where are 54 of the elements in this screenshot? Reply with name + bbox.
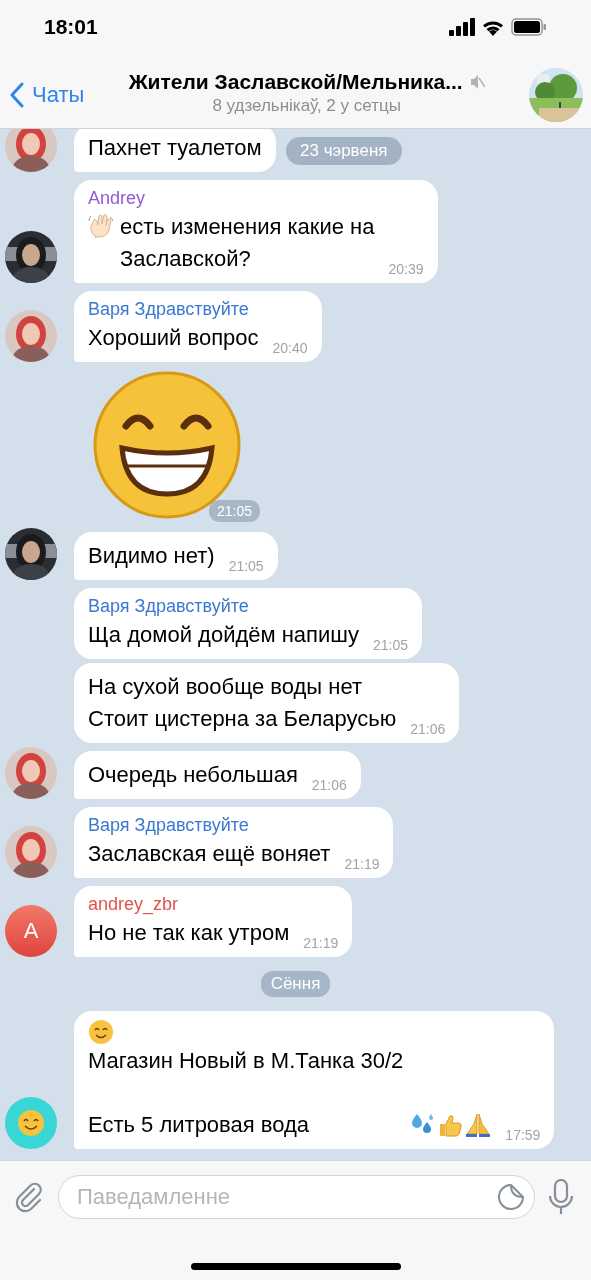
status-time: 18:01 <box>44 15 98 39</box>
folded-hands-icon <box>465 1112 492 1138</box>
message-time: 21:05 <box>228 558 264 574</box>
microphone-icon[interactable] <box>549 1179 573 1215</box>
message-text: Видимо нет) <box>88 542 215 570</box>
message-text: Ща домой дойдём напишу <box>88 621 359 649</box>
message-bubble[interactable]: Варя Здравствуйте Ща домой дойдём напишу 21:05 <box>74 588 422 659</box>
message-time: 20:39 <box>388 261 424 277</box>
date-divider: Сёння <box>260 971 331 997</box>
signal-icon <box>449 18 475 36</box>
message-text: Пахнет туалетом <box>88 134 262 162</box>
message-text: На сухой вообще воды нет Стоит цистерна за Беларусью <box>88 673 397 733</box>
member-count: 8 удзельнікаў, 2 у сетцы <box>212 96 401 116</box>
battery-icon <box>511 18 547 36</box>
message-bubble[interactable]: Пахнет туалетом <box>74 129 276 172</box>
sender-name: Варя Здравствуйте <box>88 299 249 320</box>
message-bubble[interactable]: Очередь небольшая 21:06 <box>74 751 361 799</box>
sender-name: Andrey <box>88 188 146 209</box>
message-time: 17:59 <box>505 1127 541 1143</box>
chat-title: Жители Заславской/Мельника... <box>128 70 463 94</box>
user-avatar[interactable] <box>5 528 57 580</box>
message-text: есть изменения какие на Заславской? <box>120 213 375 273</box>
message-bubble[interactable]: Варя Здравствуйте Заславская ещё воняет 21:19 <box>74 807 394 878</box>
message-text: Хороший вопрос <box>88 324 259 352</box>
message-bubble[interactable]: andrey_zbr Но не так как утром 21:19 <box>74 886 353 957</box>
smiling-face-icon <box>88 1019 114 1045</box>
thumbs-up-icon <box>437 1112 464 1138</box>
message-bubble[interactable]: Магазин Новый в М.Танка 30/2 Есть 5 литровая вода 17:59 <box>74 1011 555 1149</box>
message-input[interactable]: Паведамленне <box>58 1175 535 1219</box>
message-bubble[interactable]: На сухой вообще воды нет Стоит цистерна за Беларусью 21:06 <box>74 663 460 743</box>
message-text: Но не так как утром <box>88 919 290 947</box>
message-text: Очередь небольшая <box>88 761 298 789</box>
sender-name: Варя Здравствуйте <box>88 815 249 836</box>
message-time: 20:40 <box>272 340 308 356</box>
message-time: 21:19 <box>344 856 380 872</box>
message-bubble[interactable]: Варя Здравствуйте Хороший вопрос 20:40 <box>74 291 322 362</box>
message-bubble[interactable]: Видимо нет) 21:05 <box>74 532 278 580</box>
message-time: 21:06 <box>410 721 446 737</box>
back-chevron-icon <box>10 82 24 108</box>
message-time: 21:06 <box>311 777 347 793</box>
user-avatar[interactable] <box>5 231 57 283</box>
message-time: 21:19 <box>303 935 339 951</box>
message-text: Магазин Новый в М.Танка 30/2 Есть 5 литровая вода <box>88 1047 404 1139</box>
message-bubble[interactable]: Andrey есть изменения какие на Заславской? 20:39 <box>74 180 438 283</box>
waving-hand-icon <box>88 213 114 239</box>
message-time: 21:05 <box>372 637 408 653</box>
floating-date: 23 чэрвеня <box>286 137 402 165</box>
message-text: Заславская ещё воняет <box>88 840 331 868</box>
droplets-icon <box>411 1112 436 1136</box>
message-time: 21:05 <box>208 500 260 522</box>
sender-name: Варя Здравствуйте <box>88 596 249 617</box>
attachment-icon[interactable] <box>14 1181 44 1213</box>
sticker-icon[interactable] <box>497 1183 525 1211</box>
sender-name: andrey_zbr <box>88 894 179 915</box>
